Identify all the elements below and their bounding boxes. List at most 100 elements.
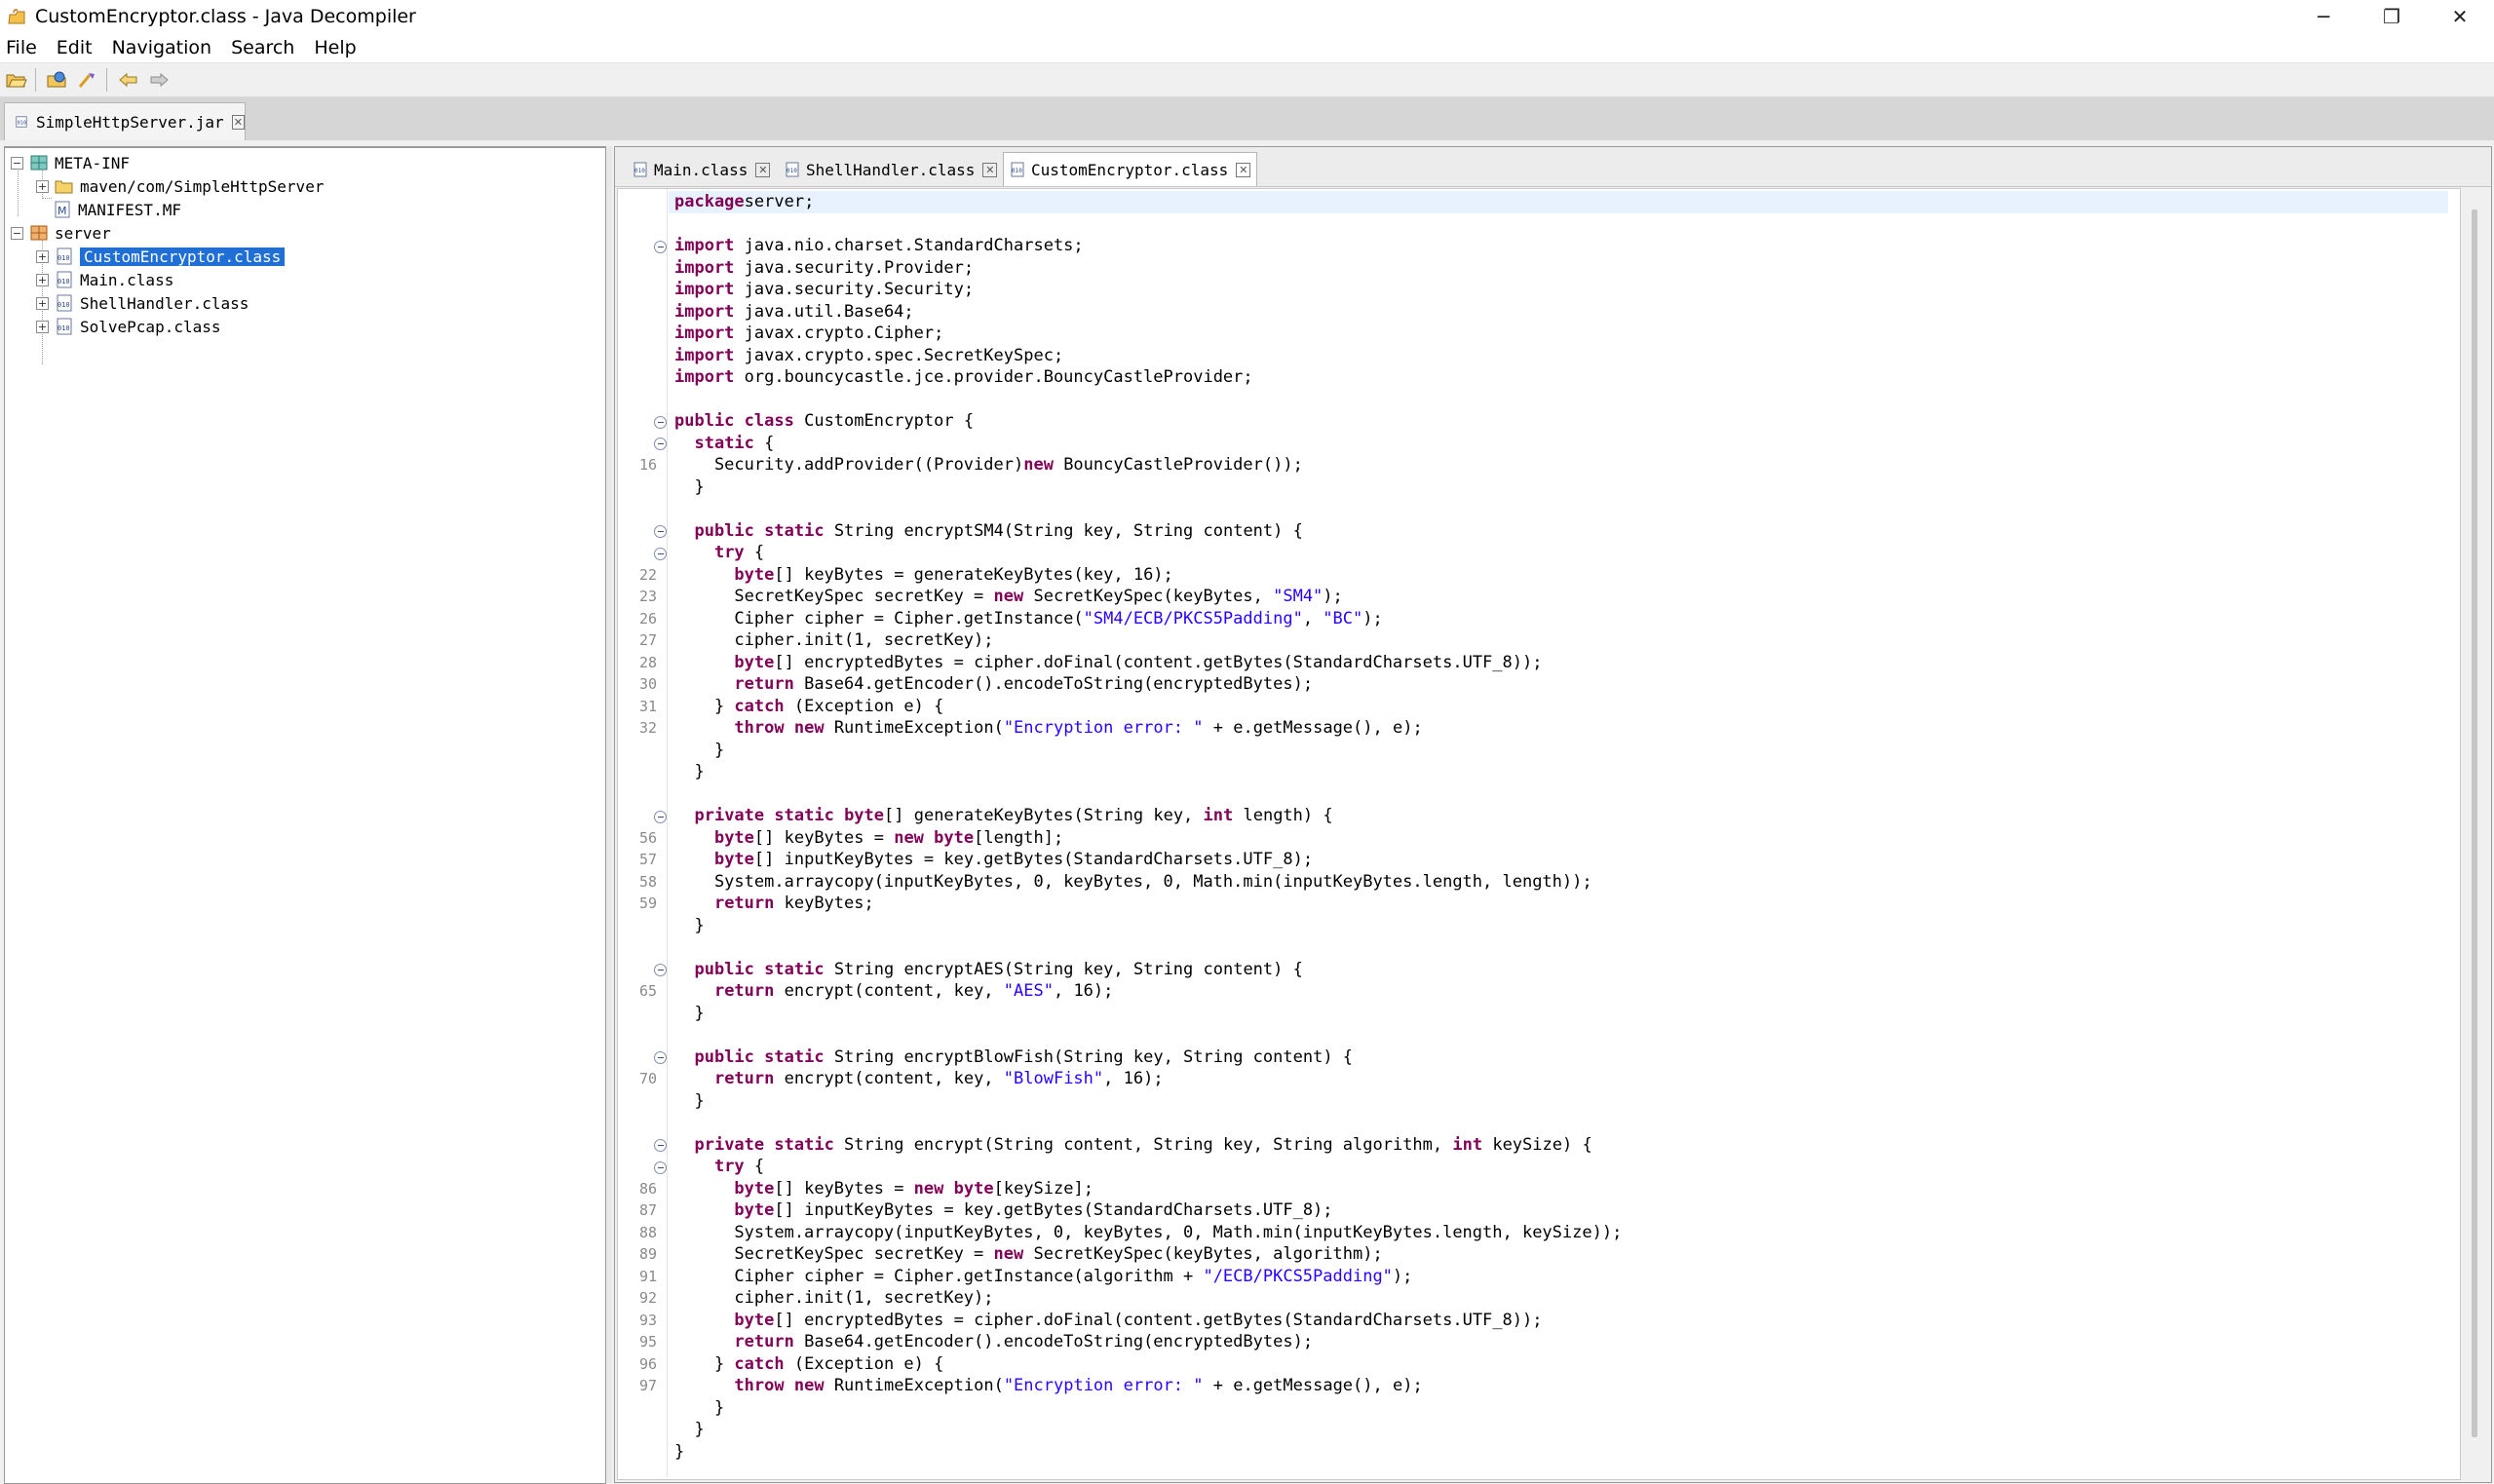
tree-node-main[interactable]: + 010 Main.class (36, 269, 173, 290)
menu-search[interactable]: Search (222, 37, 303, 58)
menu-file[interactable]: File (0, 37, 46, 58)
line-number: 92 (638, 1289, 657, 1307)
svg-text:M: M (58, 205, 67, 217)
tree-node-meta-inf[interactable]: − META-INF (11, 152, 130, 173)
forward-icon[interactable] (145, 67, 173, 93)
open-file-icon[interactable] (3, 67, 30, 93)
back-icon[interactable] (115, 67, 142, 93)
code-token: [] inputKeyBytes = key.getBytes(Standard… (774, 1200, 1333, 1220)
tree-node-solvepcap[interactable]: + 010 SolvePcap.class (36, 316, 221, 337)
fold-collapse-icon[interactable] (654, 525, 667, 538)
code-token: javax.crypto.Cipher; (734, 323, 944, 343)
folder-icon (55, 180, 73, 194)
svg-text:010: 010 (58, 278, 70, 285)
tree-node-manifest[interactable]: M MANIFEST.MF (53, 199, 181, 220)
close-window-button[interactable]: ✕ (2426, 0, 2494, 33)
code-token: java.security.Provider; (734, 257, 975, 278)
code-token: (Exception e) { (784, 696, 944, 716)
class-file-icon: 010 (57, 247, 72, 265)
source-code[interactable]: packageserver; import java.nio.charset.St… (669, 189, 2458, 1477)
class-file-icon: 010 (1011, 162, 1024, 177)
line-number: 87 (638, 1201, 657, 1219)
fold-collapse-icon[interactable] (654, 964, 667, 976)
line-number: 32 (638, 719, 657, 737)
collapse-icon[interactable]: − (11, 226, 23, 240)
keyword-token: public (694, 520, 754, 541)
menu-navigation[interactable]: Navigation (103, 37, 220, 58)
package-icon (30, 225, 48, 241)
fold-collapse-icon[interactable] (654, 438, 667, 450)
keyword-token: static (694, 433, 754, 453)
fold-collapse-icon[interactable] (654, 1161, 667, 1174)
panel-splitter[interactable] (606, 146, 612, 1483)
tab-label: Main.class (654, 160, 748, 179)
keyword-token: byte (734, 1178, 775, 1199)
keyword-token: class (744, 411, 794, 431)
expand-icon[interactable]: + (36, 296, 49, 310)
expand-icon[interactable]: + (36, 320, 49, 333)
code-token: } (674, 1353, 735, 1374)
close-tab-icon[interactable]: ✕ (231, 114, 245, 130)
tree-node-server[interactable]: − server (11, 222, 111, 244)
code-line: import java.util.Base64; (674, 301, 914, 323)
code-view[interactable]: 16 22 23 26 27 28 30 31 32 56 57 58 59 65 70 86 87 88 89 91… (617, 188, 2461, 1480)
keyword-token: byte (844, 806, 885, 825)
tree-node-maven-folder[interactable]: + maven/com/SimpleHttpServer (36, 175, 324, 197)
fold-collapse-icon[interactable] (654, 547, 667, 560)
code-line: System.arraycopy(inputKeyBytes, 0, keyBy… (674, 1222, 1622, 1244)
keyword-token: static (774, 806, 834, 825)
close-tab-icon[interactable]: ✕ (1236, 162, 1251, 177)
fold-collapse-icon[interactable] (654, 240, 667, 253)
expand-icon[interactable]: + (36, 179, 49, 193)
minimize-button[interactable]: ─ (2289, 0, 2358, 33)
close-tab-icon[interactable]: ✕ (982, 162, 998, 177)
code-line: } (674, 740, 724, 762)
code-token: Cipher cipher = Cipher.getInstance(algor… (674, 1266, 1204, 1286)
expand-icon[interactable]: + (36, 273, 49, 286)
keyword-token: import (674, 345, 735, 365)
code-token: } (674, 476, 705, 497)
svg-text:010: 010 (58, 324, 70, 332)
close-tab-icon[interactable]: ✕ (755, 162, 771, 177)
code-line: import javax.crypto.spec.SecretKeySpec; (674, 345, 1063, 367)
menu-edit[interactable]: Edit (48, 37, 101, 58)
scrollbar-thumb[interactable] (2472, 209, 2477, 1437)
tab-main-class[interactable]: 010 Main.class ✕ (627, 153, 776, 186)
fold-collapse-icon[interactable] (654, 1051, 667, 1064)
fold-collapse-icon[interactable] (654, 810, 667, 823)
jar-file-icon: 010 (16, 116, 27, 128)
string-token: "AES" (1003, 981, 1054, 1001)
maximize-button[interactable]: ❐ (2358, 0, 2426, 33)
line-number: 86 (638, 1179, 657, 1198)
open-type-icon[interactable] (44, 67, 71, 93)
collapse-icon[interactable]: − (11, 156, 23, 170)
code-line: return encrypt(content, key, "AES", 16); (674, 980, 1113, 1003)
tree-node-shellhandler[interactable]: + 010 ShellHandler.class (36, 292, 249, 314)
code-line: } (674, 1419, 704, 1441)
tab-shellhandler-class[interactable]: 010 ShellHandler.class ✕ (779, 153, 1003, 186)
code-line: return encrypt(content, key, "BlowFish",… (674, 1068, 1164, 1090)
fold-collapse-icon[interactable] (654, 1139, 667, 1152)
fold-collapse-icon[interactable] (654, 415, 667, 429)
code-line: try { (674, 1156, 764, 1178)
keyword-token: static (774, 1134, 834, 1155)
code-line: byte[] keyBytes = new byte[keySize]; (674, 1178, 1094, 1200)
vertical-scrollbar[interactable] (2464, 188, 2489, 1478)
file-tab-simplehttpserver-jar[interactable]: 010 SimpleHttpServer.jar ✕ (4, 102, 246, 140)
code-token: } (674, 1397, 725, 1418)
search-icon[interactable] (74, 67, 101, 93)
code-token: length) { (1233, 806, 1333, 825)
expand-icon[interactable]: + (36, 249, 49, 263)
tab-customencryptor-class[interactable]: 010 CustomEncryptor.class ✕ (1003, 152, 1258, 186)
menu-help[interactable]: Help (305, 37, 365, 58)
code-line: byte[] keyBytes = new byte[length]; (674, 827, 1063, 850)
keyword-token: public (694, 1046, 754, 1067)
keyword-token: public (674, 411, 735, 431)
code-line: } (674, 476, 705, 499)
tree-node-customencryptor[interactable]: + 010 CustomEncryptor.class (36, 246, 286, 267)
